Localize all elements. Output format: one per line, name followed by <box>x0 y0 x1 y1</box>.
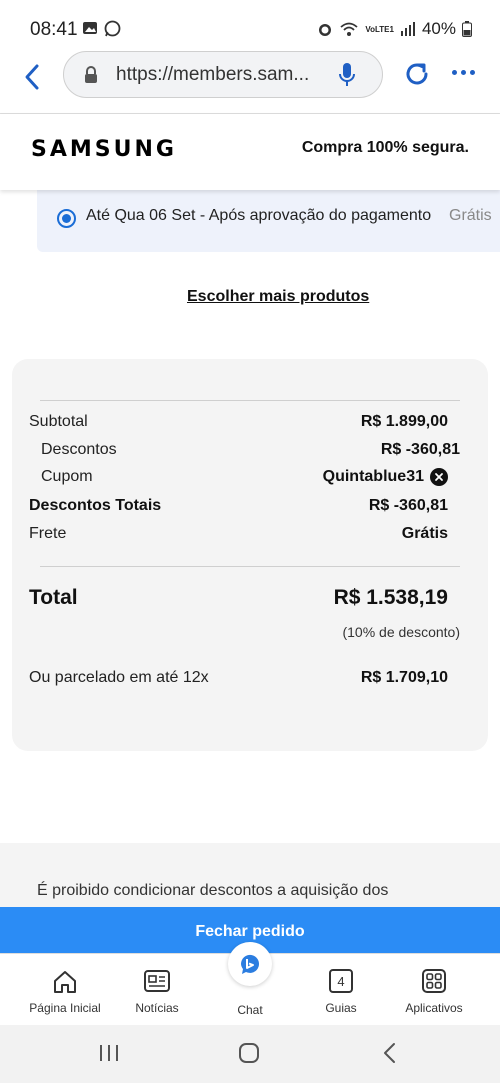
secure-purchase-text: Compra 100% segura. <box>301 139 469 156</box>
more-options-icon[interactable] <box>452 70 475 75</box>
coupon-row: Cupom Quintablue31 <box>29 468 448 486</box>
legal-notice: É proibido condicionar descontos a aquis… <box>0 843 500 913</box>
remove-coupon-icon[interactable] <box>430 468 448 486</box>
delivery-radio[interactable] <box>57 209 76 228</box>
total-discounts-row: Descontos Totais R$ -360,81 <box>29 497 448 515</box>
back-arrow-icon[interactable] <box>18 62 48 92</box>
system-navigation-bar <box>0 1025 500 1083</box>
nav-news-label: Notícias <box>135 1001 179 1015</box>
installments-row: Ou parcelado em até 12x R$ 1.709,10 <box>29 669 448 687</box>
choose-more-products-link[interactable]: Escolher mais produtos <box>187 288 369 306</box>
nav-home-label: Página Inicial <box>29 1001 101 1015</box>
subtotal-value: R$ 1.899,00 <box>360 413 448 430</box>
total-value: R$ 1.538,19 <box>333 586 448 609</box>
legal-text: É proibido condicionar descontos a aquis… <box>37 882 389 899</box>
delivery-price: Grátis <box>449 207 492 224</box>
battery-percent: 40% <box>421 19 456 38</box>
nav-tabs[interactable]: 4 Guias <box>296 954 386 1026</box>
status-right: VoLTE1 40% <box>317 19 472 39</box>
coupon-value-group: Quintablue31 <box>323 468 448 486</box>
address-bar[interactable]: https://members.sam... <box>63 51 383 98</box>
microphone-icon[interactable] <box>338 62 356 88</box>
coupon-code: Quintablue31 <box>322 468 424 485</box>
total-discounts-label: Descontos Totais <box>29 497 162 514</box>
discounts-label: Descontos <box>41 441 117 458</box>
delivery-option[interactable]: Até Qua 06 Set - Após aprovação do pagam… <box>37 190 500 252</box>
browser-toolbar: https://members.sam... <box>0 48 500 114</box>
reload-icon[interactable] <box>402 59 432 89</box>
coupon-label: Cupom <box>41 468 93 485</box>
total-discounts-value: R$ -360,81 <box>368 497 448 514</box>
home-button-icon[interactable] <box>238 1042 260 1064</box>
network-label: VoLTE1 <box>365 24 394 34</box>
summary-divider <box>40 400 460 401</box>
shipping-row: Frete Grátis <box>29 525 448 543</box>
total-row: Total R$ 1.538,19 <box>29 586 448 610</box>
notification-icons <box>82 20 121 37</box>
whatsapp-icon <box>104 20 121 37</box>
url-text[interactable]: https://members.sam... <box>116 64 326 86</box>
nav-apps[interactable]: Aplicativos <box>389 954 479 1026</box>
recents-icon[interactable] <box>98 1042 120 1064</box>
home-icon <box>54 971 76 993</box>
shipping-label: Frete <box>29 525 67 542</box>
gallery-icon <box>83 22 97 34</box>
nav-chat-label: Chat <box>237 1003 263 1017</box>
signal-icon <box>400 22 415 36</box>
installments-value: R$ 1.709,10 <box>360 669 448 686</box>
back-button-icon[interactable] <box>380 1042 400 1064</box>
alarm-icon <box>319 24 332 36</box>
discounts-value: R$ -360,81 <box>380 441 460 458</box>
subtotal-label: Subtotal <box>29 413 88 430</box>
status-time: 08:41 <box>30 19 78 40</box>
nav-news[interactable]: Notícias <box>112 954 202 1026</box>
summary-divider <box>40 566 460 567</box>
nav-home[interactable]: Página Inicial <box>20 954 110 1026</box>
nav-tabs-label: Guias <box>325 1001 357 1015</box>
site-header: SAMSUNG Compra 100% segura. <box>0 114 500 190</box>
bing-chat-icon <box>228 942 272 986</box>
nav-chat[interactable]: Chat <box>205 942 295 1026</box>
samsung-logo[interactable]: SAMSUNG <box>31 137 177 162</box>
delivery-label: Até Qua 06 Set - Após aprovação do pagam… <box>86 207 432 224</box>
discounts-row: Descontos R$ -360,81 <box>41 441 460 459</box>
tabs-count-badge: 4 <box>337 974 345 989</box>
discount-percent-note: (10% de desconto) <box>342 624 460 640</box>
apps-icon <box>422 969 446 993</box>
total-label: Total <box>29 586 78 609</box>
lock-icon <box>85 66 97 83</box>
battery-icon <box>462 21 472 37</box>
browser-bottom-nav: Página Inicial Notícias Chat 4 Guias Apl… <box>0 942 500 1026</box>
nav-apps-label: Aplicativos <box>405 1001 463 1015</box>
subtotal-row: Subtotal R$ 1.899,00 <box>29 413 448 431</box>
installments-label: Ou parcelado em até 12x <box>29 669 209 686</box>
wifi-icon <box>340 22 358 36</box>
news-icon <box>144 970 170 992</box>
shipping-value: Grátis <box>401 525 448 542</box>
